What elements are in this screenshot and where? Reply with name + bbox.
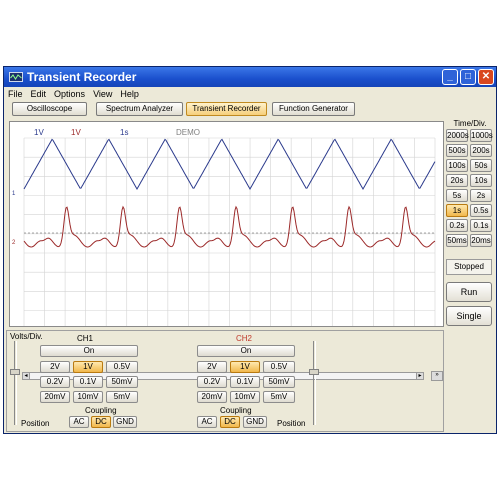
volts-div-panel: Volts/Div. CH1 On 2V 1V 0.5V 0.2V 0.1V 5… [6,330,444,432]
ch1-2v-button[interactable]: 2V [40,361,70,373]
time-1000s-button[interactable]: 1000s [470,129,493,142]
ch1-position-slider-track[interactable] [14,341,17,425]
ch1-5mv-button[interactable]: 5mV [106,391,138,403]
ch2-coupling-label: Coupling [220,406,252,415]
mode-readout: DEMO [176,128,200,137]
ch2-50mv-button[interactable]: 50mV [263,376,295,388]
ch2-position-slider-track[interactable] [313,341,316,425]
time-2000s-button[interactable]: 2000s [446,129,469,142]
ch1-50mv-button[interactable]: 50mV [106,376,138,388]
menu-help[interactable]: Help [116,87,143,101]
menu-view[interactable]: View [89,87,116,101]
ch2-0-2v-button[interactable]: 0.2V [197,376,227,388]
time-2s-button[interactable]: 2s [470,189,492,202]
transient-recorder-window: Transient Recorder _ □ ✕ File Edit Optio… [3,66,497,434]
single-button[interactable]: Single [446,306,492,326]
run-button[interactable]: Run [446,282,492,302]
scope-grid [23,137,436,326]
ch2-20mv-button[interactable]: 20mV [197,391,227,403]
time-50s-button[interactable]: 50s [470,159,492,172]
status-display: Stopped [446,259,492,275]
ch2-0-5v-button[interactable]: 0.5V [263,361,295,373]
tab-spectrum-analyzer[interactable]: Spectrum Analyzer [96,102,183,116]
mode-tabs: Oscilloscope Spectrum Analyzer Transient… [4,101,496,117]
ch1-coupling-gnd[interactable]: GND [113,416,137,428]
ch2-5mv-button[interactable]: 5mV [263,391,295,403]
time-500s-button[interactable]: 500s [446,144,468,157]
scope-screen: 1V 1V 1s DEMO 1 2 [12,128,436,326]
scope-display[interactable]: 1V 1V 1s DEMO 1 2 ◂ ▸ » [9,121,444,381]
scope-app-icon [9,72,23,82]
time-div-panel: Time/Div. 2000s 1000s 500s 200s 100s 50s… [444,117,496,387]
time-5s-button[interactable]: 5s [446,189,468,202]
time-20ms-button[interactable]: 20ms [470,234,492,247]
ch1-coupling-ac[interactable]: AC [69,416,89,428]
time-0-2s-button[interactable]: 0.2s [446,219,468,232]
ch2-level-marker: 2 [12,240,16,246]
ch2-on-button[interactable]: On [197,345,295,357]
ch1-position-label: Position [21,419,50,428]
window-title: Transient Recorder [27,70,137,84]
time-10s-button[interactable]: 10s [470,174,492,187]
title-bar[interactable]: Transient Recorder _ □ ✕ [4,67,496,87]
ch1-coupling-label: Coupling [85,406,117,415]
time-200s-button[interactable]: 200s [470,144,492,157]
maximize-button[interactable]: □ [460,69,476,85]
time-div-title: Time/Div. [453,119,487,128]
tab-transient-recorder[interactable]: Transient Recorder [186,102,267,116]
menu-bar: File Edit Options View Help [4,87,143,101]
ch2-volts-readout: 1V [71,128,81,137]
ch1-on-button[interactable]: On [40,345,138,357]
ch1-volts-readout: 1V [34,128,44,137]
ch2-position-label: Position [277,419,306,428]
time-0-1s-button[interactable]: 0.1s [470,219,492,232]
time-50ms-button[interactable]: 50ms [446,234,468,247]
ch1-0-2v-button[interactable]: 0.2V [40,376,70,388]
ch1-level-marker: 1 [12,191,16,197]
ch1-0-1v-button[interactable]: 0.1V [73,376,103,388]
time-1s-button[interactable]: 1s [446,204,468,217]
ch1-coupling-dc[interactable]: DC [91,416,111,428]
ch2-coupling-gnd[interactable]: GND [243,416,267,428]
ch2-label: CH2 [236,334,253,343]
tab-function-generator[interactable]: Function Generator [272,102,355,116]
time-0-5s-button[interactable]: 0.5s [470,204,492,217]
ch1-position-slider-thumb[interactable] [10,369,20,375]
ch1-label: CH1 [77,334,94,343]
ch2-1v-button[interactable]: 1V [230,361,260,373]
time-100s-button[interactable]: 100s [446,159,468,172]
ch1-1v-button[interactable]: 1V [73,361,103,373]
time-readout: 1s [120,128,128,137]
tab-oscilloscope[interactable]: Oscilloscope [12,102,87,116]
menu-edit[interactable]: Edit [27,87,51,101]
ch2-0-1v-button[interactable]: 0.1V [230,376,260,388]
time-20s-button[interactable]: 20s [446,174,468,187]
volts-div-label: Volts/Div. [10,332,43,341]
ch2-coupling-dc[interactable]: DC [220,416,240,428]
minimize-button[interactable]: _ [442,69,458,85]
ch2-10mv-button[interactable]: 10mV [230,391,260,403]
ch1-10mv-button[interactable]: 10mV [73,391,103,403]
ch1-20mv-button[interactable]: 20mV [40,391,70,403]
menu-options[interactable]: Options [50,87,89,101]
ch2-2v-button[interactable]: 2V [197,361,227,373]
menu-file[interactable]: File [4,87,27,101]
ch2-coupling-ac[interactable]: AC [197,416,217,428]
ch1-0-5v-button[interactable]: 0.5V [106,361,138,373]
ch2-position-slider-thumb[interactable] [309,369,319,375]
close-button[interactable]: ✕ [478,69,494,85]
